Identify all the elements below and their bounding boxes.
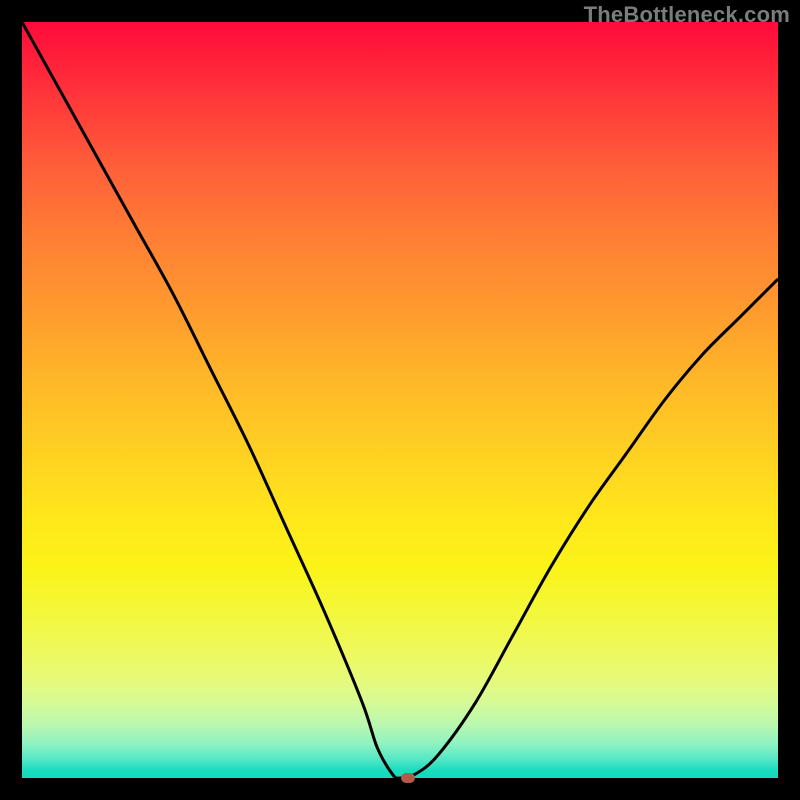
watermark-label: TheBottleneck.com xyxy=(584,2,790,28)
optimal-point-marker xyxy=(401,773,415,783)
chart-frame: TheBottleneck.com xyxy=(0,0,800,800)
bottleneck-curve xyxy=(22,22,778,778)
plot-area xyxy=(22,22,778,778)
